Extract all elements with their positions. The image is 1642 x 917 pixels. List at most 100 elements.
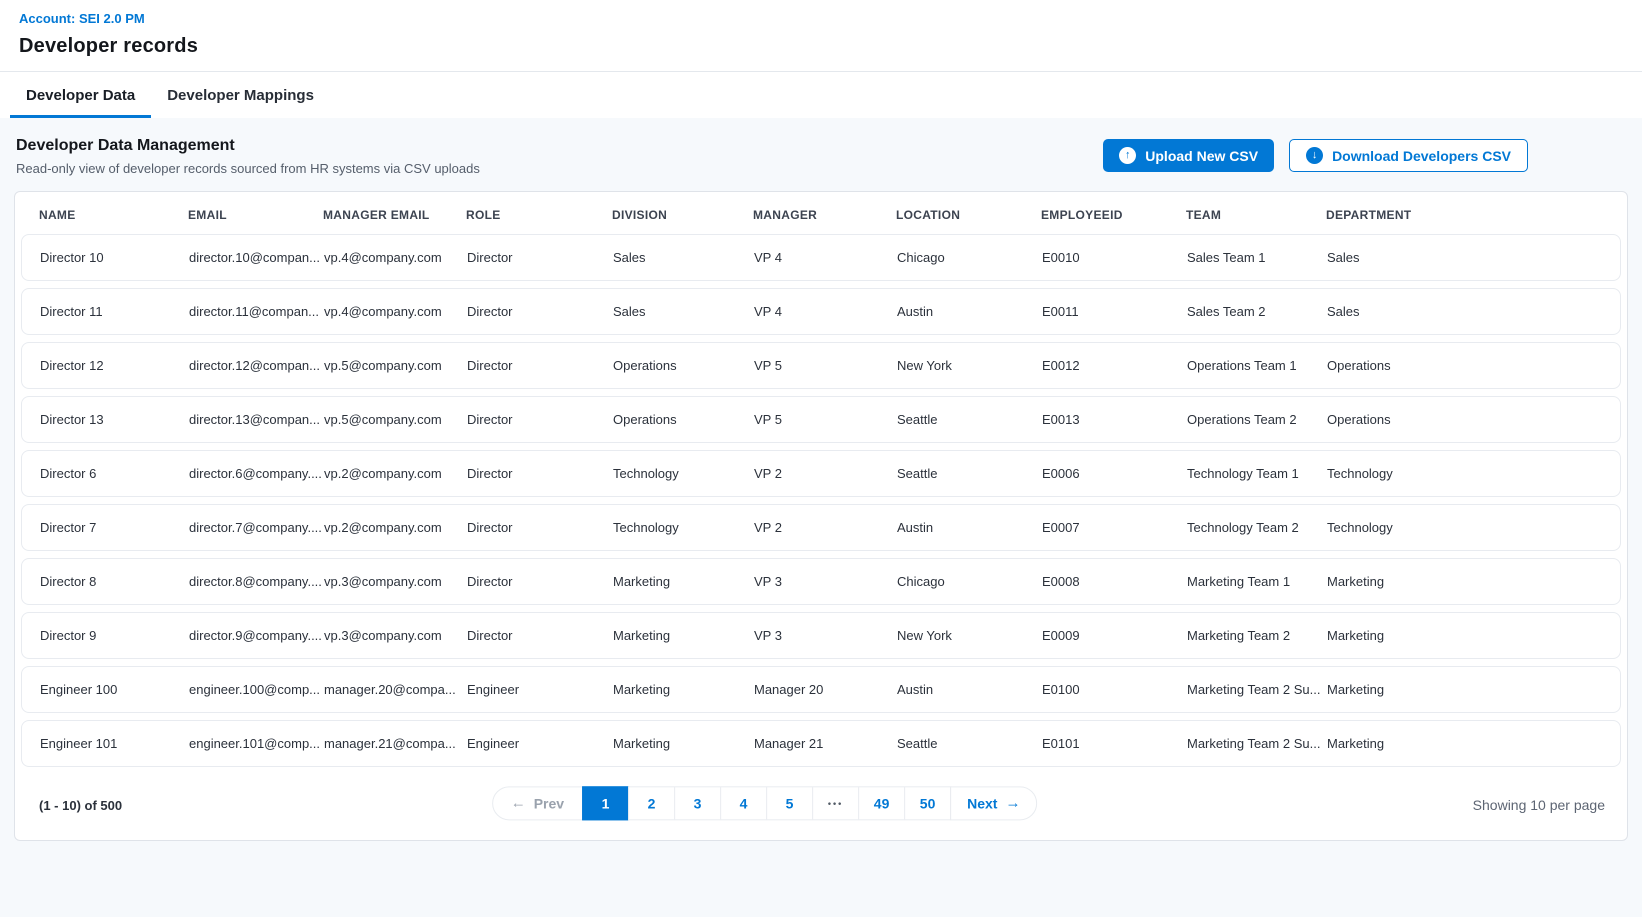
page-button-3[interactable]: 3 (674, 786, 721, 820)
next-page-button[interactable]: Next→ (950, 786, 1037, 820)
account-breadcrumb[interactable]: Account: SEI 2.0 PM (19, 11, 145, 26)
table-row[interactable]: Director 11director.11@compan...vp.4@com… (21, 288, 1621, 335)
download-developers-csv-button[interactable]: ↓ Download Developers CSV (1289, 139, 1528, 172)
cell-manager: VP 5 (754, 358, 897, 373)
page-button-5[interactable]: 5 (766, 786, 813, 820)
table-row[interactable]: Engineer 100engineer.100@comp...manager.… (21, 666, 1621, 713)
cell-location: Austin (897, 520, 1042, 535)
cell-email: director.13@compan... (189, 412, 324, 427)
cell-manager-email: vp.3@company.com (324, 574, 467, 589)
cell-location: Chicago (897, 250, 1042, 265)
cell-name: Director 6 (40, 466, 189, 481)
content-area: Developer Data Management Read-only view… (0, 118, 1642, 917)
cell-division: Technology (613, 520, 754, 535)
page-button-1[interactable]: 1 (582, 786, 629, 820)
cell-role: Director (467, 574, 613, 589)
cell-team: Operations Team 1 (1187, 358, 1327, 373)
cell-employeeid: E0009 (1042, 628, 1187, 643)
page-button-50[interactable]: 50 (904, 786, 951, 820)
cell-email: director.11@compan... (189, 304, 324, 319)
cell-role: Director (467, 358, 613, 373)
table-footer: (1 - 10) of 500 ←Prev12345•••4950Next→ S… (15, 767, 1627, 840)
page-header: Account: SEI 2.0 PM Developer records (0, 0, 1642, 72)
table-row[interactable]: Director 10director.10@compan...vp.4@com… (21, 234, 1621, 281)
cell-role: Director (467, 466, 613, 481)
cell-location: New York (897, 358, 1042, 373)
cell-division: Sales (613, 304, 754, 319)
cell-manager-email: manager.21@compa... (324, 736, 467, 751)
cell-role: Director (467, 250, 613, 265)
cell-department: Sales (1327, 304, 1602, 319)
table-row[interactable]: Director 13director.13@compan...vp.5@com… (21, 396, 1621, 443)
cell-division: Marketing (613, 682, 754, 697)
cell-name: Engineer 100 (40, 682, 189, 697)
cell-location: Austin (897, 682, 1042, 697)
cell-employeeid: E0101 (1042, 736, 1187, 751)
cell-team: Technology Team 2 (1187, 520, 1327, 535)
upload-icon: ↑ (1119, 147, 1136, 164)
cell-location: New York (897, 628, 1042, 643)
table-row[interactable]: Director 7director.7@company....vp.2@com… (21, 504, 1621, 551)
cell-name: Engineer 101 (40, 736, 189, 751)
table-row[interactable]: Director 9director.9@company....vp.3@com… (21, 612, 1621, 659)
cell-manager-email: manager.20@compa... (324, 682, 467, 697)
column-header-email: EMAIL (188, 208, 323, 222)
cell-division: Operations (613, 358, 754, 373)
next-label: Next (967, 795, 997, 811)
table-row[interactable]: Director 6director.6@company....vp.2@com… (21, 450, 1621, 497)
cell-team: Technology Team 1 (1187, 466, 1327, 481)
cell-employeeid: E0008 (1042, 574, 1187, 589)
cell-email: director.7@company.... (189, 520, 324, 535)
table-row[interactable]: Director 8director.8@company....vp.3@com… (21, 558, 1621, 605)
section-subtitle: Read-only view of developer records sour… (16, 161, 480, 176)
cell-manager-email: vp.2@company.com (324, 466, 467, 481)
cell-manager-email: vp.5@company.com (324, 358, 467, 373)
cell-role: Director (467, 304, 613, 319)
cell-department: Marketing (1327, 682, 1602, 697)
page-button-49[interactable]: 49 (858, 786, 905, 820)
section-header-text: Developer Data Management Read-only view… (16, 137, 480, 176)
cell-manager: VP 4 (754, 250, 897, 265)
column-header-location: LOCATION (896, 208, 1041, 222)
cell-department: Technology (1327, 520, 1602, 535)
table-row[interactable]: Engineer 101engineer.101@comp...manager.… (21, 720, 1621, 767)
cell-department: Marketing (1327, 628, 1602, 643)
developer-records-page: Account: SEI 2.0 PM Developer records De… (0, 0, 1642, 917)
prev-label: Prev (534, 795, 564, 811)
pagination-ellipsis[interactable]: ••• (812, 786, 859, 820)
upload-new-csv-button[interactable]: ↑ Upload New CSV (1103, 139, 1274, 172)
cell-manager: VP 3 (754, 574, 897, 589)
page-button-2[interactable]: 2 (628, 786, 675, 820)
tab-developer-data[interactable]: Developer Data (10, 72, 151, 118)
cell-team: Marketing Team 2 Su... (1187, 682, 1327, 697)
cell-employeeid: E0100 (1042, 682, 1187, 697)
download-button-label: Download Developers CSV (1332, 148, 1511, 164)
cell-employeeid: E0012 (1042, 358, 1187, 373)
cell-employeeid: E0011 (1042, 304, 1187, 319)
tab-developer-mappings[interactable]: Developer Mappings (151, 72, 330, 118)
cell-division: Marketing (613, 736, 754, 751)
prev-page-button[interactable]: ← Prev (492, 786, 583, 820)
cell-employeeid: E0010 (1042, 250, 1187, 265)
cell-name: Director 10 (40, 250, 189, 265)
cell-role: Director (467, 628, 613, 643)
column-header-division: DIVISION (612, 208, 753, 222)
cell-email: director.6@company.... (189, 466, 324, 481)
column-header-name: NAME (39, 208, 188, 222)
cell-location: Seattle (897, 466, 1042, 481)
cell-manager-email: vp.3@company.com (324, 628, 467, 643)
cell-department: Technology (1327, 466, 1602, 481)
pagination-range-label: (1 - 10) of 500 (39, 798, 122, 813)
page-title: Developer records (19, 35, 1623, 58)
csv-actions: ↑ Upload New CSV ↓ Download Developers C… (1103, 139, 1528, 172)
cell-manager-email: vp.2@company.com (324, 520, 467, 535)
pagination: ← Prev 12345•••4950Next→ (492, 786, 1038, 820)
page-button-4[interactable]: 4 (720, 786, 767, 820)
tab-bar: Developer DataDeveloper Mappings (0, 72, 1642, 118)
arrow-left-icon: ← (511, 795, 526, 810)
cell-team: Sales Team 2 (1187, 304, 1327, 319)
cell-manager-email: vp.5@company.com (324, 412, 467, 427)
section-header: Developer Data Management Read-only view… (14, 137, 1628, 176)
table-row[interactable]: Director 12director.12@compan...vp.5@com… (21, 342, 1621, 389)
cell-division: Technology (613, 466, 754, 481)
